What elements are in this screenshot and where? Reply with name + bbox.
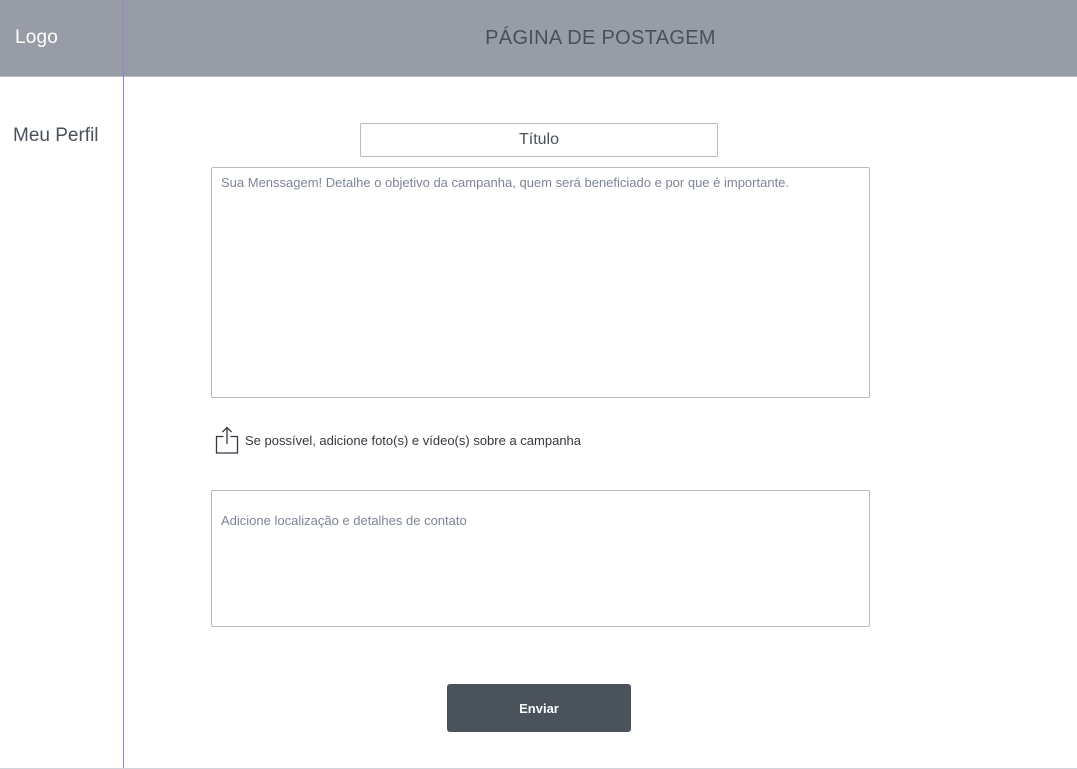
sidebar-item-profile[interactable]: Meu Perfil [13,125,99,147]
location-contact-textarea[interactable] [211,490,870,627]
media-upload-button[interactable]: Se possível, adicione foto(s) e vídeo(s)… [215,426,581,454]
share-upload-icon[interactable] [215,426,239,454]
message-textarea[interactable] [211,167,870,398]
header-divider [0,76,1077,77]
submit-button[interactable]: Enviar [447,684,631,732]
media-upload-label: Se possível, adicione foto(s) e vídeo(s)… [245,432,582,448]
post-page: Logo PÁGINA DE POSTAGEM Meu Perfil Se po… [0,0,1077,769]
logo[interactable]: Logo [15,27,58,49]
title-input[interactable] [360,123,718,157]
top-header: Logo PÁGINA DE POSTAGEM [0,0,1077,76]
sidebar-divider [123,0,124,769]
page-title: PÁGINA DE POSTAGEM [485,27,716,49]
